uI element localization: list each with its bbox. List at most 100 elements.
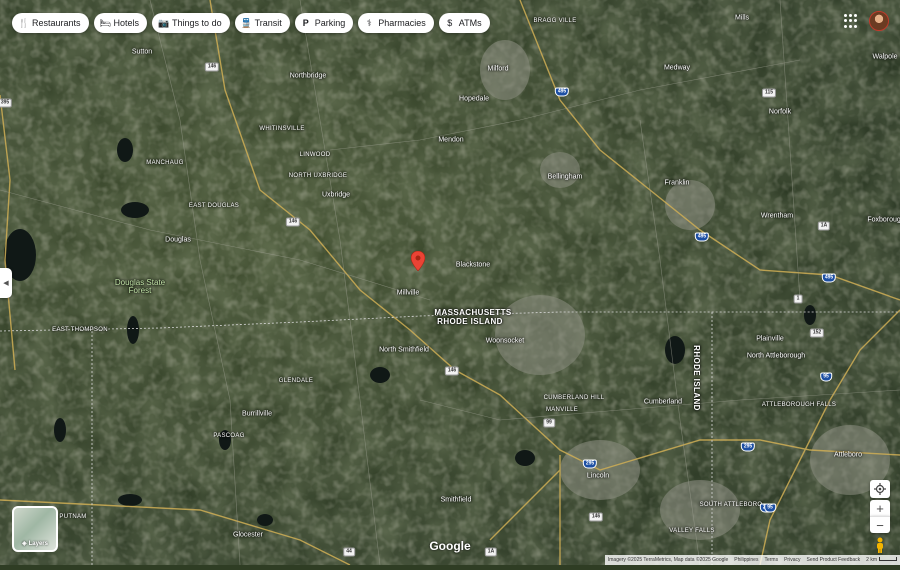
- town-label-blackstone[interactable]: Blackstone: [456, 262, 490, 269]
- parking-icon: P: [302, 18, 309, 28]
- town-label-bellingham[interactable]: Bellingham: [548, 174, 583, 181]
- state-label-rhode-island: RHODE ISLAND: [692, 345, 701, 411]
- town-label-linwood[interactable]: Linwood: [300, 152, 331, 158]
- route-shield-44: 44: [343, 547, 355, 557]
- layers-button[interactable]: ◈ Layers: [12, 506, 58, 552]
- town-label-east-douglas[interactable]: East Douglas: [189, 203, 239, 209]
- forest-label[interactable]: Douglas State Forest: [105, 279, 175, 295]
- town-label-valley-falls[interactable]: Valley Falls: [669, 528, 714, 534]
- chip-transit[interactable]: 🚆 Transit: [234, 13, 290, 33]
- layers-icon: ◈: [22, 541, 27, 547]
- privacy-link[interactable]: Privacy: [784, 557, 800, 563]
- my-location-button[interactable]: [870, 480, 890, 498]
- collapse-panel-button[interactable]: ◀: [0, 268, 12, 298]
- route-shield-395: 395: [0, 98, 13, 108]
- chip-label: Transit: [254, 18, 282, 28]
- route-shield-146: 146: [285, 217, 301, 227]
- town-label-glendale[interactable]: Glendale: [279, 378, 313, 384]
- route-shield-152: 152: [809, 328, 825, 338]
- chip-label: Parking: [314, 18, 346, 28]
- google-logo: Google: [429, 539, 471, 553]
- town-label-uxbridge[interactable]: Uxbridge: [322, 192, 350, 199]
- camera-icon: 📷: [158, 17, 170, 28]
- account-avatar[interactable]: [869, 11, 889, 31]
- town-label-attleboro[interactable]: Attleboro: [834, 452, 862, 459]
- route-shield-295: 295: [740, 442, 756, 452]
- route-shield-495: 495: [554, 87, 570, 97]
- town-label-north-smithfield[interactable]: North Smithfield: [379, 347, 429, 354]
- town-label-mendon[interactable]: Mendon: [438, 137, 463, 144]
- fork-knife-icon: 🍴: [18, 17, 30, 28]
- chip-label: Restaurants: [32, 18, 81, 28]
- route-shield-1a: 1A: [817, 221, 831, 231]
- chip-parking[interactable]: P Parking: [294, 13, 354, 33]
- town-label-north-attleborough[interactable]: North Attleborough: [747, 353, 805, 360]
- town-label-bragg-ville[interactable]: Bragg ville: [534, 18, 577, 24]
- feedback-link[interactable]: Send Product Feedback: [807, 557, 861, 563]
- route-shield-495: 495: [694, 232, 710, 242]
- town-label-burrillville[interactable]: Burrillville: [242, 411, 272, 418]
- chip-pharmacies[interactable]: ⚕ Pharmacies: [358, 13, 434, 33]
- route-shield-146: 146: [204, 62, 220, 72]
- plus-icon: +: [876, 500, 884, 516]
- scale-indicator[interactable]: 2 km: [866, 557, 897, 563]
- apps-grid-icon[interactable]: [844, 14, 858, 28]
- location-pin-icon[interactable]: [411, 251, 425, 271]
- town-label-foxborough[interactable]: Foxborough: [867, 217, 900, 224]
- town-label-norfolk[interactable]: Norfolk: [769, 109, 791, 116]
- town-label-cumberland[interactable]: Cumberland: [644, 399, 682, 406]
- chip-atms[interactable]: $ ATMs: [438, 13, 490, 33]
- zoom-out-button[interactable]: −: [870, 516, 890, 533]
- region-link[interactable]: Philippines: [734, 557, 758, 563]
- train-icon: 🚆: [240, 17, 252, 28]
- chip-things-to-do[interactable]: 📷 Things to do: [152, 13, 230, 33]
- town-label-east-thompson[interactable]: East Thompson: [52, 327, 108, 333]
- bed-icon: 🛏: [99, 17, 111, 28]
- imagery-credit: Imagery ©2025 TerraMetrics, Map data ©20…: [607, 557, 729, 563]
- town-label-northbridge[interactable]: Northbridge: [290, 73, 327, 80]
- town-label-hopedale[interactable]: Hopedale: [459, 96, 489, 103]
- route-shield-495: 495: [821, 273, 837, 283]
- town-label-attleborough-falls[interactable]: Attleborough Falls: [762, 402, 836, 408]
- town-label-millville[interactable]: Millville: [397, 290, 420, 297]
- zoom-in-button[interactable]: +: [870, 500, 890, 516]
- route-shield-146: 146: [588, 512, 604, 522]
- town-label-sutton[interactable]: Sutton: [132, 49, 152, 56]
- town-label-glocester[interactable]: Glocester: [233, 532, 263, 539]
- terms-link[interactable]: Terms: [764, 557, 778, 563]
- town-label-plainville[interactable]: Plainville: [756, 336, 784, 343]
- chip-label: ATMs: [458, 18, 482, 28]
- route-shield-99: 99: [543, 418, 555, 428]
- town-label-smithfield[interactable]: Smithfield: [441, 497, 472, 504]
- town-label-putnam[interactable]: Putnam: [59, 514, 86, 520]
- town-label-manville[interactable]: Manville: [546, 407, 578, 413]
- chip-label: Hotels: [113, 18, 140, 28]
- scale-bar: [879, 557, 897, 561]
- pegman-icon[interactable]: [873, 537, 887, 553]
- atm-icon: $: [447, 18, 453, 28]
- attribution-bar: Imagery ©2025 TerraMetrics, Map data ©20…: [604, 555, 900, 565]
- town-label-walpole[interactable]: Walpole: [872, 54, 897, 61]
- town-label-medway[interactable]: Medway: [664, 65, 690, 72]
- town-label-manchaug[interactable]: Manchaug: [146, 160, 183, 166]
- chip-label: Pharmacies: [378, 18, 426, 28]
- minus-icon: −: [876, 517, 884, 533]
- town-label-douglas[interactable]: Douglas: [165, 237, 191, 244]
- route-shield-295: 295: [582, 459, 598, 469]
- pharmacy-icon: ⚕: [366, 17, 372, 28]
- town-label-woonsocket[interactable]: Woonsocket: [486, 338, 524, 345]
- town-label-mills[interactable]: Mills: [735, 15, 749, 22]
- town-label-lincoln[interactable]: Lincoln: [587, 473, 609, 480]
- town-label-pascoag[interactable]: Pascoag: [213, 433, 244, 439]
- town-label-cumberland-hill[interactable]: Cumberland Hill: [544, 395, 605, 401]
- chip-hotels[interactable]: 🛏 Hotels: [93, 13, 148, 33]
- layers-label: Layers: [28, 540, 48, 547]
- town-label-milford[interactable]: Milford: [487, 66, 508, 73]
- chip-restaurants[interactable]: 🍴 Restaurants: [12, 13, 89, 33]
- town-label-north-uxbridge[interactable]: North Uxbridge: [289, 173, 347, 179]
- town-label-franklin[interactable]: Franklin: [665, 180, 690, 187]
- town-label-south-attleboro[interactable]: South Attleboro: [700, 502, 763, 508]
- route-shield-115: 115: [761, 88, 777, 98]
- town-label-whitinsville[interactable]: Whitinsville: [259, 126, 304, 132]
- town-label-wrentham[interactable]: Wrentham: [761, 213, 793, 220]
